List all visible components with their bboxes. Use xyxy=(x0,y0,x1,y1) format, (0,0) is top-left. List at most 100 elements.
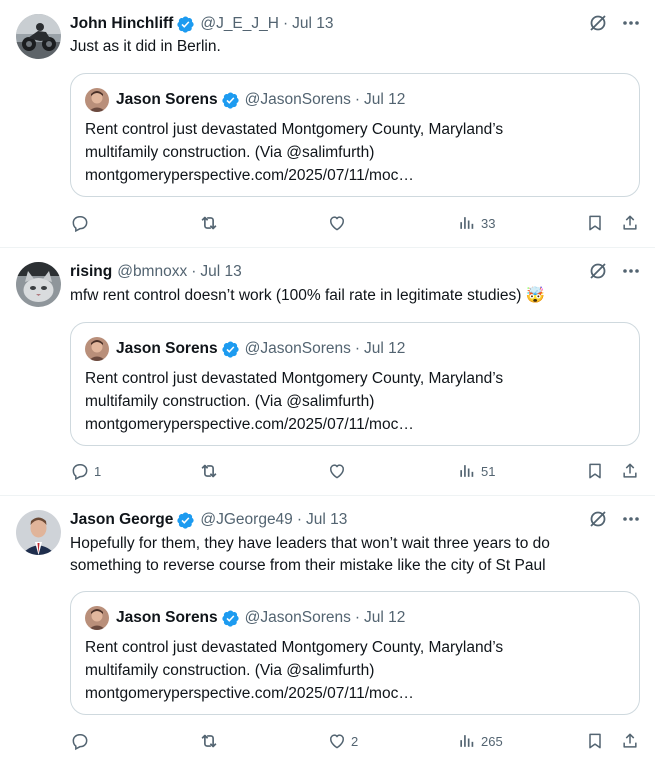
repost-icon xyxy=(198,730,220,752)
timestamp[interactable]: Jul 13 xyxy=(306,511,347,529)
quoted-tweet-header: Jason Sorens @JasonSorens · Jul 12 xyxy=(85,606,405,630)
views-count: 51 xyxy=(481,463,496,479)
tweet-text: Hopefully for them, they have leaders th… xyxy=(70,533,640,577)
like-button[interactable] xyxy=(327,459,351,483)
avatar[interactable] xyxy=(16,14,61,59)
grok-icon[interactable] xyxy=(588,261,608,281)
author-name[interactable]: Jason George xyxy=(70,511,173,529)
quoted-tweet-header: Jason Sorens @JasonSorens · Jul 12 xyxy=(85,88,405,112)
author-handle[interactable]: @JGeorge49 xyxy=(200,511,292,529)
share-icon xyxy=(620,213,640,233)
quoted-author-name: Jason Sorens xyxy=(116,91,218,108)
tweet[interactable]: John Hinchliff @J_E_J_H · Jul 13 Just as… xyxy=(0,0,655,248)
tweet-text-line: something to reverse course from their m… xyxy=(70,557,546,574)
quoted-avatar xyxy=(85,606,109,630)
quoted-tweet[interactable]: Jason Sorens @JasonSorens · Jul 12 Rent … xyxy=(70,322,640,446)
verified-badge-icon xyxy=(176,511,195,530)
separator: · xyxy=(354,91,361,108)
reply-icon xyxy=(70,731,90,751)
tweet-actions: 2 265 xyxy=(70,729,642,753)
repost-icon xyxy=(198,212,220,234)
views-button[interactable]: 33 xyxy=(457,211,495,235)
quoted-tweet-text: Rent control just devastated Montgomery … xyxy=(85,367,625,436)
timestamp[interactable]: Jul 13 xyxy=(292,15,333,33)
quoted-link[interactable]: montgomeryperspective.com/2025/07/11/moc… xyxy=(85,164,625,187)
views-button[interactable]: 51 xyxy=(457,459,495,483)
share-button[interactable] xyxy=(620,211,640,235)
quoted-tweet-text: Rent control just devastated Montgomery … xyxy=(85,118,625,187)
more-icon[interactable] xyxy=(621,509,641,529)
quoted-tweet[interactable]: Jason Sorens @JasonSorens · Jul 12 Rent … xyxy=(70,73,640,197)
reply-button[interactable] xyxy=(70,729,94,753)
bookmark-icon xyxy=(585,731,605,751)
like-button[interactable] xyxy=(327,211,351,235)
quoted-author-handle: @JasonSorens xyxy=(244,340,351,357)
like-icon xyxy=(327,213,347,233)
more-icon[interactable] xyxy=(621,13,641,33)
repost-button[interactable] xyxy=(198,729,224,753)
author-handle[interactable]: @bmnoxx xyxy=(117,263,187,281)
author-handle[interactable]: @J_E_J_H xyxy=(200,15,279,33)
like-button[interactable]: 2 xyxy=(327,729,358,753)
tweet-header: rising @bmnoxx · Jul 13 xyxy=(70,261,242,283)
repost-icon xyxy=(198,460,220,482)
share-button[interactable] xyxy=(620,729,640,753)
bookmark-icon xyxy=(585,461,605,481)
quoted-author-name: Jason Sorens xyxy=(116,340,218,357)
tweet-top-actions xyxy=(588,261,641,281)
repost-button[interactable] xyxy=(198,211,224,235)
grok-icon[interactable] xyxy=(588,13,608,33)
quoted-text-line: multifamily construction. (Via @salimfur… xyxy=(85,393,375,410)
quoted-timestamp: Jul 12 xyxy=(364,609,406,626)
quoted-avatar xyxy=(85,337,109,361)
reply-button[interactable]: 1 xyxy=(70,459,101,483)
author-name[interactable]: John Hinchliff xyxy=(70,15,173,33)
share-icon xyxy=(620,461,640,481)
quoted-timestamp: Jul 12 xyxy=(364,340,406,357)
like-icon xyxy=(327,461,347,481)
tweet-header: John Hinchliff @J_E_J_H · Jul 13 xyxy=(70,13,334,35)
quoted-text-line: Rent control just devastated Montgomery … xyxy=(85,639,504,656)
quoted-link[interactable]: montgomeryperspective.com/2025/07/11/moc… xyxy=(85,682,625,705)
quoted-text-line: Rent control just devastated Montgomery … xyxy=(85,370,504,387)
tweet-text: Just as it did in Berlin. xyxy=(70,38,221,55)
tweet-top-actions xyxy=(588,13,641,33)
timestamp[interactable]: Jul 13 xyxy=(200,263,241,281)
repost-button[interactable] xyxy=(198,459,224,483)
quoted-author-name: Jason Sorens xyxy=(116,609,218,626)
bookmark-button[interactable] xyxy=(585,211,605,235)
bookmark-button[interactable] xyxy=(585,459,605,483)
avatar[interactable] xyxy=(16,510,61,555)
tweet-header: Jason George @JGeorge49 · Jul 13 xyxy=(70,509,347,531)
quoted-link[interactable]: montgomeryperspective.com/2025/07/11/moc… xyxy=(85,413,625,436)
views-icon xyxy=(457,213,477,233)
views-button[interactable]: 265 xyxy=(457,729,503,753)
grok-icon[interactable] xyxy=(588,509,608,529)
quoted-tweet[interactable]: Jason Sorens @JasonSorens · Jul 12 Rent … xyxy=(70,591,640,715)
tweet-text: mfw rent control doesn’t work (100% fail… xyxy=(70,287,546,304)
quoted-tweet-header: Jason Sorens @JasonSorens · Jul 12 xyxy=(85,337,405,361)
separator: · xyxy=(282,15,289,32)
quoted-avatar xyxy=(85,88,109,112)
reply-count: 1 xyxy=(94,463,102,479)
separator: · xyxy=(296,511,302,528)
share-button[interactable] xyxy=(620,459,640,483)
verified-badge-icon xyxy=(176,15,195,34)
author-name[interactable]: rising xyxy=(70,263,112,281)
views-count: 265 xyxy=(481,733,503,749)
avatar[interactable] xyxy=(16,262,61,307)
more-icon[interactable] xyxy=(621,261,641,281)
tweet[interactable]: Jason George @JGeorge49 · Jul 13 Hopeful… xyxy=(0,496,655,764)
bookmark-button[interactable] xyxy=(585,729,605,753)
views-icon xyxy=(457,461,477,481)
separator: · xyxy=(354,609,361,626)
quoted-author-handle: @JasonSorens xyxy=(244,609,351,626)
quoted-author-handle: @JasonSorens xyxy=(244,91,351,108)
reply-button[interactable] xyxy=(70,211,94,235)
separator: · xyxy=(354,340,361,357)
tweet[interactable]: rising @bmnoxx · Jul 13 mfw rent control… xyxy=(0,248,655,496)
like-count: 2 xyxy=(351,733,359,749)
verified-badge-icon xyxy=(221,609,240,628)
tweet-actions: 33 xyxy=(70,211,642,235)
verified-badge-icon xyxy=(221,91,240,110)
